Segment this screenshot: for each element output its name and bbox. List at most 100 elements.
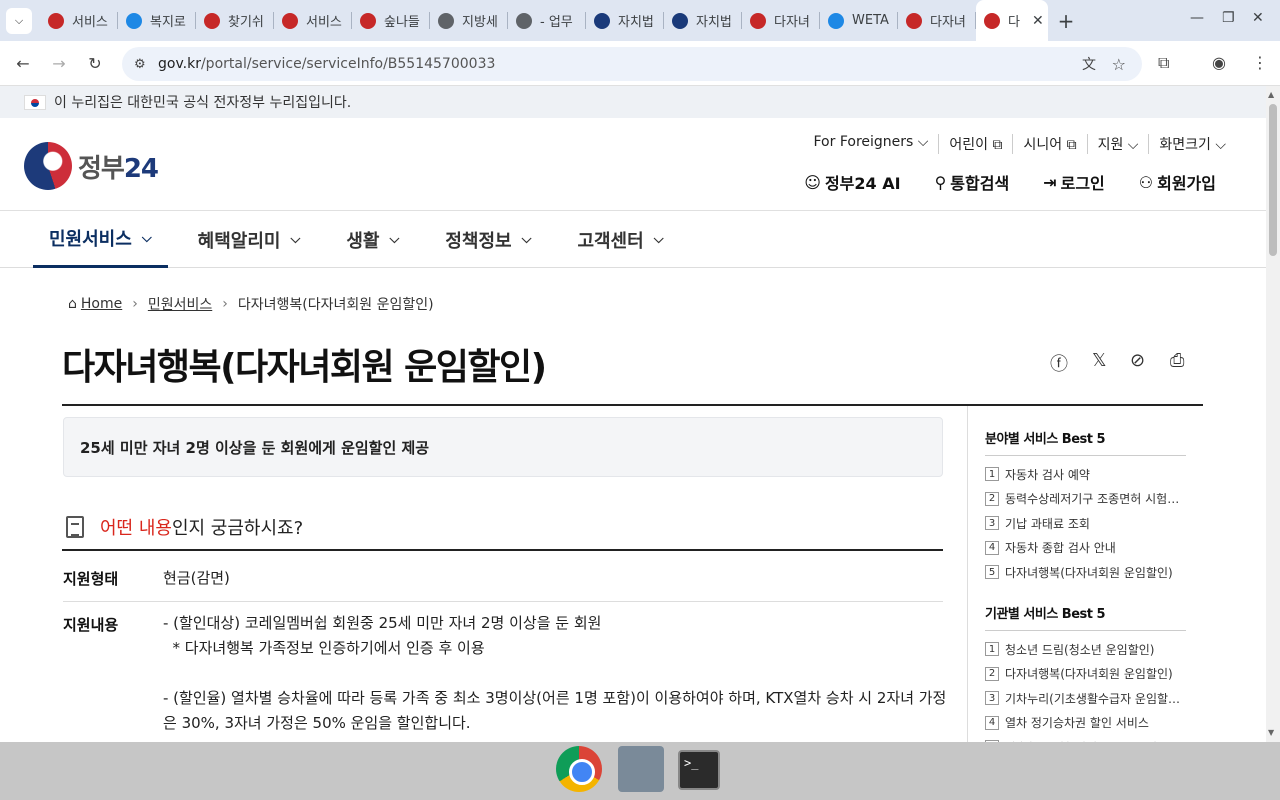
site-info-icon[interactable]: ⚙: [134, 57, 146, 72]
chevron-down-icon: ⌵: [141, 230, 152, 246]
bookmark-star-icon[interactable]: ☆: [1112, 55, 1126, 74]
rank-number: 4: [985, 715, 999, 730]
browser-tab[interactable]: 찾기쉬: [196, 0, 274, 41]
sidebar-item-label: 자동차 종합 검사 안내: [1005, 541, 1116, 556]
browser-tab[interactable]: 다자녀: [742, 0, 820, 41]
header-link[interactable]: ⚲ 통합검색: [935, 170, 1010, 194]
sidebar-list-item[interactable]: 2 다자녀행복(다자녀회원 운임할인): [985, 662, 1186, 687]
browser-tab-active[interactable]: 다 ✕: [976, 0, 1048, 41]
menu-icon[interactable]: ⋮: [1252, 53, 1268, 72]
chrome-icon[interactable]: [556, 746, 602, 792]
extensions-icon[interactable]: ⧉: [1158, 53, 1169, 73]
restore-button[interactable]: ❐: [1222, 10, 1235, 26]
tab-favicon-icon: [204, 12, 220, 29]
browser-tab[interactable]: 다자녀: [898, 0, 976, 41]
gnb-item[interactable]: 생활 ⌵: [330, 211, 415, 268]
tab-search-button[interactable]: ⌵: [6, 8, 32, 34]
gov24-logo[interactable]: 정부24: [24, 142, 159, 190]
new-tab-button[interactable]: +: [1048, 0, 1084, 41]
gov-banner: 이 누리집은 대한민국 공식 전자정부 누리집입니다.: [0, 86, 1266, 118]
gnb-item[interactable]: 고객센터 ⌵: [561, 211, 679, 268]
tabs: 서비스 복지로 찾기쉬 서비스 숲나들 지방세 - 업무 자치법 자치법 다자녀 WETA 다자녀 다 ✕…: [40, 0, 1084, 41]
utility-link[interactable]: For Foreigners ⌵: [804, 134, 939, 154]
forward-button[interactable]: →: [48, 52, 70, 74]
header-link[interactable]: ⇥ 로그인: [1043, 170, 1105, 194]
header-link-label: 로그인: [1060, 174, 1105, 193]
sidebar-list-item[interactable]: 3 기납 과태료 조회: [985, 511, 1186, 536]
utility-links: For Foreigners ⌵ 어린이 ⧉ 시니어 ⧉ 지원 ⌵ 화면크기 ⌵: [804, 134, 1237, 154]
tab-title: 복지로: [150, 15, 186, 30]
scroll-down-icon[interactable]: ▼: [1268, 728, 1274, 737]
utility-link[interactable]: 화면크기 ⌵: [1148, 134, 1236, 154]
utility-link[interactable]: 시니어 ⧉: [1012, 134, 1086, 154]
tab-favicon-icon: [516, 12, 532, 29]
home-icon: ⌂: [68, 296, 77, 312]
sidebar-list-item[interactable]: 2 동력수상레저기구 조종면허 시험…: [985, 487, 1186, 512]
scrollbar-thumb[interactable]: [1269, 104, 1277, 256]
tab-favicon-icon: [828, 12, 844, 29]
browser-tab[interactable]: WETA: [820, 0, 898, 41]
section-title-rest: 인지 궁금하시죠?: [171, 518, 304, 539]
sidebar-list-item[interactable]: 5 다자녀행복(다자녀회원 운임할인): [985, 560, 1186, 585]
header-link[interactable]: ⚇ 회원가입: [1139, 170, 1216, 194]
chevron-down-icon: ⌵: [653, 232, 664, 247]
back-button[interactable]: ←: [12, 52, 34, 74]
breadcrumb-level1[interactable]: 민원서비스: [148, 294, 212, 314]
address-bar[interactable]: ⚙ gov.kr/portal/service/serviceInfo/B551…: [122, 47, 1142, 81]
scroll-up-icon[interactable]: ▲: [1268, 90, 1274, 99]
browser-tab[interactable]: 복지로: [118, 0, 196, 41]
link-clip-icon[interactable]: ⊘: [1130, 350, 1145, 371]
rank-number: 1: [985, 467, 999, 482]
sidebar-list-item[interactable]: 1 청소년 드림(청소년 운임할인): [985, 637, 1186, 662]
rank-number: 4: [985, 540, 999, 555]
minimize-button[interactable]: —: [1190, 10, 1204, 26]
browser-tab[interactable]: - 업무: [508, 0, 586, 41]
sidebar-item-label: 동력수상레저기구 조종면허 시험…: [1005, 492, 1180, 507]
sidebar-list-item[interactable]: 1 자동차 검사 예약: [985, 462, 1186, 487]
global-nav: 민원서비스 ⌵ 혜택알리미 ⌵ 생활 ⌵ 정책정보 ⌵ 고객센터 ⌵: [0, 211, 1266, 268]
header-link[interactable]: ☺ 정부24 AI: [804, 170, 900, 194]
rank-number: 1: [985, 642, 999, 657]
sidebar-list-item[interactable]: 3 기차누리(기초생활수급자 운임할…: [985, 686, 1186, 711]
support-type-label: 지원형태: [63, 570, 119, 588]
gnb-label: 민원서비스: [49, 229, 132, 250]
utility-link[interactable]: 지원 ⌵: [1086, 134, 1149, 154]
x-twitter-icon[interactable]: 𝕏: [1092, 350, 1107, 371]
utility-link[interactable]: 어린이 ⧉: [938, 134, 1012, 154]
gnb-item[interactable]: 민원서비스 ⌵: [33, 211, 168, 268]
browser-tab[interactable]: 서비스: [274, 0, 352, 41]
tab-favicon-icon: [984, 12, 1000, 29]
tab-favicon-icon: [594, 12, 610, 29]
support-content-value: - (할인대상) 코레일멤버쉽 회원중 25세 미만 자녀 2명 이상을 둔 회…: [163, 611, 946, 736]
page-scrollbar[interactable]: ▲ ▼: [1266, 86, 1280, 742]
terminal-icon[interactable]: >_: [678, 750, 720, 790]
breadcrumb-home[interactable]: Home: [81, 296, 122, 312]
reload-button[interactable]: ↻: [84, 52, 106, 74]
url-text: gov.kr/portal/service/serviceInfo/B55145…: [158, 56, 496, 72]
sidebar-item-label: 열차 정기승차권 할인 서비스: [1005, 716, 1149, 731]
translate-icon[interactable]: 文: [1082, 54, 1096, 74]
browser-tab[interactable]: 자치법: [664, 0, 742, 41]
facebook-icon[interactable]: ⓕ: [1050, 350, 1068, 376]
tab-favicon-icon: [672, 12, 688, 29]
tab-title: 서비스: [306, 15, 342, 30]
close-tab-icon[interactable]: ✕: [1032, 13, 1044, 29]
tool-app-icon[interactable]: [618, 746, 664, 792]
sidebar-list-item[interactable]: 4 열차 정기승차권 할인 서비스: [985, 711, 1186, 736]
sidebar-item-label: 자동차 검사 예약: [1005, 467, 1090, 482]
browser-tab[interactable]: 지방세: [430, 0, 508, 41]
profile-icon[interactable]: ◉: [1212, 53, 1226, 72]
tab-favicon-icon: [48, 12, 64, 29]
gnb-item[interactable]: 혜택알리미 ⌵: [182, 211, 317, 268]
browser-tab[interactable]: 서비스: [40, 0, 118, 41]
browser-tab[interactable]: 숲나들: [352, 0, 430, 41]
rank-number: 3: [985, 516, 999, 531]
gnb-item[interactable]: 정책정보 ⌵: [429, 211, 547, 268]
sidebar-item-label: 기납 과태료 조회: [1005, 516, 1090, 531]
close-window-button[interactable]: ✕: [1252, 10, 1264, 26]
tab-title: 찾기쉬: [228, 15, 264, 30]
title-divider: [62, 404, 1203, 406]
browser-tab[interactable]: 자치법: [586, 0, 664, 41]
print-icon[interactable]: ⎙: [1170, 350, 1184, 371]
sidebar-list-item[interactable]: 4 자동차 종합 검사 안내: [985, 536, 1186, 561]
